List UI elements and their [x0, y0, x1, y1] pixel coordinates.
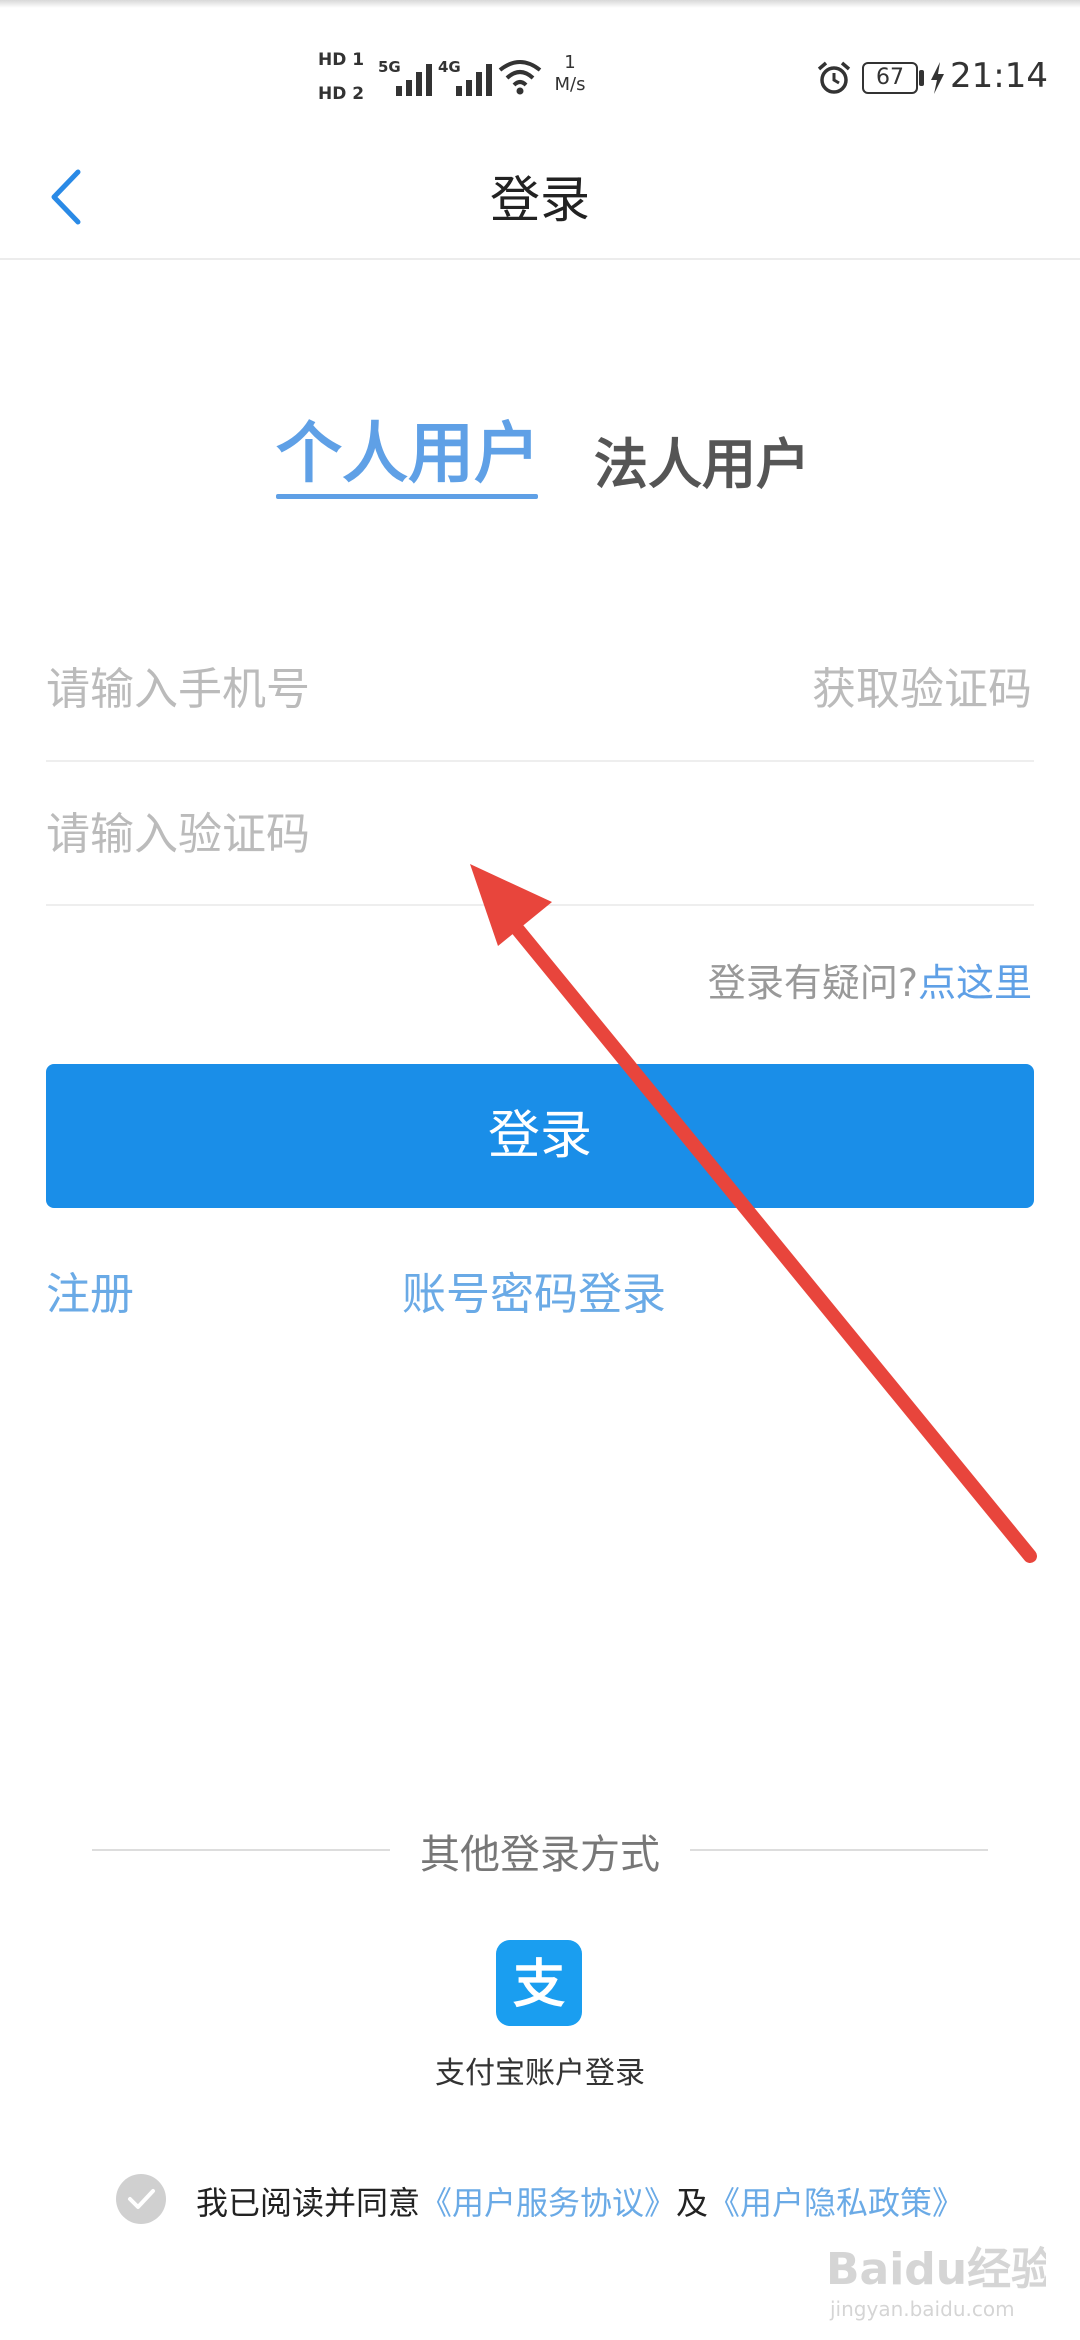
charging-bolt-icon: [931, 62, 944, 94]
agreement-prefix: 我已阅读并同意: [196, 2184, 421, 2222]
baidu-watermark-logo: Baidu经验 jingyan.baidu.com: [826, 2244, 1046, 2321]
get-code-button[interactable]: 获取验证码: [812, 650, 1032, 730]
agreement-text: 我已阅读并同意《用户服务协议》及《用户隐私政策》: [196, 2178, 964, 2224]
phone-input[interactable]: 请输入手机号: [46, 650, 746, 730]
watermark-text: Baidu经验: [826, 2244, 1046, 2295]
agreement-conjunction: 及: [676, 2184, 709, 2222]
alarm-icon: [817, 61, 851, 94]
login-help-link[interactable]: 点这里: [918, 961, 1032, 1005]
privacy-link[interactable]: 《用户隐私政策》: [708, 2184, 964, 2222]
terms-link[interactable]: 《用户服务协议》: [420, 2184, 676, 2222]
network-speed-value: 1: [564, 52, 576, 73]
hd2-indicator: HD 2: [318, 84, 365, 104]
network-speed: 1 M/s: [548, 52, 592, 96]
tab-personal-user[interactable]: 个人用户: [276, 400, 540, 496]
verification-code-input[interactable]: 请输入验证码: [46, 795, 746, 875]
divider: [46, 760, 1034, 762]
password-login-link[interactable]: 账号密码登录: [402, 1258, 666, 1322]
login-help: 登录有疑问?点这里: [708, 952, 1032, 1007]
page-title: 登录: [490, 171, 590, 229]
hd1-indicator: HD 1: [318, 50, 365, 70]
battery-icon: 67: [862, 62, 918, 94]
divider: [92, 1849, 390, 1851]
status-bar-shade: [0, 0, 1080, 8]
status-bar: HD 1 HD 2 5G 4G 1 M/s 67 21:14: [0, 0, 1080, 130]
clock: 21:14: [950, 56, 1048, 96]
header: 登录: [0, 130, 1080, 260]
wifi-icon: [498, 60, 542, 95]
divider: [690, 1849, 988, 1851]
login-help-text: 登录有疑问?: [707, 961, 918, 1005]
alipay-icon[interactable]: 支: [496, 1940, 582, 2026]
login-button[interactable]: 登录: [46, 1064, 1034, 1208]
alipay-logo: 支: [513, 1955, 565, 2015]
active-tab-indicator: [276, 494, 538, 499]
watermark-subtext: jingyan.baidu.com: [829, 2297, 1015, 2321]
other-login-title: 其他登录方式: [420, 1832, 660, 1878]
check-icon: [128, 2189, 155, 2209]
battery-tip: [919, 70, 924, 86]
network-speed-unit: M/s: [554, 74, 586, 95]
register-link[interactable]: 注册: [46, 1258, 134, 1322]
divider: [46, 904, 1034, 906]
tab-corporate-user[interactable]: 法人用户: [594, 420, 810, 499]
alipay-login-label[interactable]: 支付宝账户登录: [390, 2048, 690, 2092]
agreement-checkbox[interactable]: [116, 2174, 166, 2224]
alipay-glyph: 支: [513, 1955, 565, 2015]
